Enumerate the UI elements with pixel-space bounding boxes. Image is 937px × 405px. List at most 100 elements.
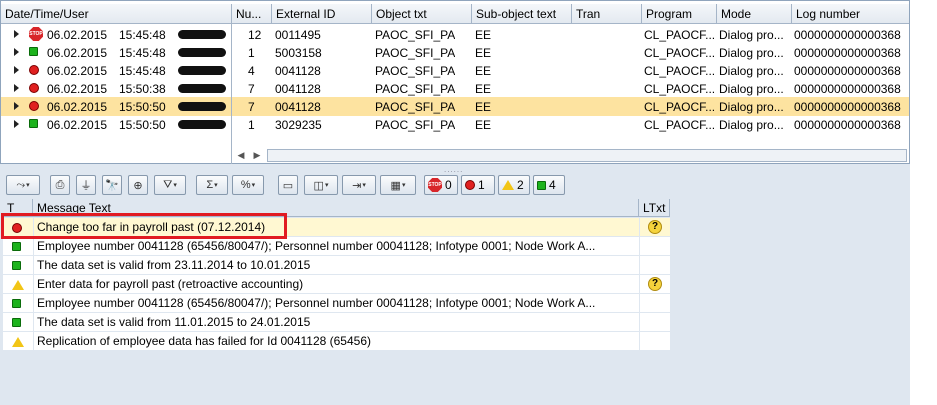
- expand-arrow-icon[interactable]: [14, 120, 19, 128]
- export-icon[interactable]: ⇥ ▾: [342, 175, 376, 195]
- log-row[interactable]: 06.02.2015 15:45:48 1 5003158 PAOC_SFI_PA EE C…: [1, 43, 909, 62]
- column-divider: [639, 313, 640, 332]
- message-row[interactable]: Enter data for payroll past (retroactive…: [3, 275, 670, 294]
- log-number-count: 1: [248, 46, 255, 60]
- column-header-number[interactable]: Nu...: [232, 4, 272, 24]
- error-count: 1: [478, 178, 485, 192]
- redacted-user: [178, 120, 226, 129]
- redacted-user: [178, 102, 226, 111]
- log-sub-object: EE: [475, 46, 492, 60]
- log-date: 06.02.2015: [47, 64, 108, 78]
- success-icon: [537, 180, 546, 190]
- log-sub-object: EE: [475, 64, 492, 78]
- log-number: 0000000000000368: [794, 46, 901, 60]
- column-header-mode[interactable]: Mode: [717, 4, 792, 24]
- log-number-count: 4: [248, 64, 255, 78]
- column-divider: [639, 294, 640, 313]
- column-header-program[interactable]: Program: [642, 4, 717, 24]
- expand-arrow-icon[interactable]: [14, 84, 19, 92]
- log-time: 15:50:38: [119, 82, 166, 96]
- column-header-sub-object-text[interactable]: Sub-object text: [472, 4, 572, 24]
- log-row[interactable]: STOP 06.02.2015 15:45:48 12 0011495 PAOC_SFI_…: [1, 25, 909, 44]
- redacted-user: [178, 66, 226, 75]
- views-icon[interactable]: ◫ ▾: [304, 175, 338, 195]
- log-time: 15:50:50: [119, 100, 166, 114]
- log-number-count: 7: [248, 82, 255, 96]
- filter-icon[interactable]: ⛛ ▾: [154, 175, 186, 195]
- warning-icon: [502, 180, 514, 190]
- log-number: 0000000000000368: [794, 28, 901, 42]
- long-text-help-icon[interactable]: ?: [648, 220, 662, 234]
- warning-icon: [12, 337, 24, 347]
- log-date: 06.02.2015: [47, 82, 108, 96]
- info-count: 4: [549, 178, 556, 192]
- sum-icon[interactable]: Σ ▾: [196, 175, 228, 195]
- log-external-id: 0041128: [275, 64, 321, 78]
- stop-icon: STOP: [29, 27, 43, 41]
- log-row[interactable]: 06.02.2015 15:50:50 7 0041128 PAOC_SFI_PA EE C…: [1, 97, 909, 116]
- pane-splitter[interactable]: ......: [0, 164, 910, 174]
- message-row[interactable]: The data set is valid from 23.11.2014 to…: [3, 256, 670, 275]
- success-icon: [12, 261, 21, 270]
- column-header-tran[interactable]: Tran: [572, 4, 642, 24]
- error-icon: [465, 180, 475, 190]
- log-external-id: 5003158: [275, 46, 322, 60]
- subtotal-icon[interactable]: % ▾: [232, 175, 264, 195]
- right-blank-panel: [910, 0, 937, 405]
- scroll-right-button[interactable]: ▶: [251, 149, 263, 162]
- log-external-id: 0041128: [275, 82, 321, 96]
- layout-icon[interactable]: ▦ ▾: [380, 175, 416, 195]
- message-row[interactable]: Employee number 0041128 (65456/80047/); …: [3, 294, 670, 313]
- find-next-icon[interactable]: ⊕: [128, 175, 148, 195]
- error-icon: [29, 65, 39, 75]
- success-icon: [29, 47, 38, 56]
- scroll-left-button[interactable]: ◀: [235, 149, 247, 162]
- log-date: 06.02.2015: [47, 28, 108, 42]
- find-icon[interactable]: 🔭: [102, 175, 122, 195]
- info-filter-button[interactable]: 4: [533, 175, 565, 195]
- log-external-id: 0041128: [275, 100, 321, 114]
- horizontal-scrollbar[interactable]: [267, 149, 907, 162]
- log-row[interactable]: 06.02.2015 15:50:50 1 3029235 PAOC_SFI_PA EE C…: [1, 115, 909, 134]
- log-external-id: 3029235: [275, 118, 322, 132]
- log-object-txt: PAOC_SFI_PA: [375, 100, 456, 114]
- error-icon: [29, 83, 39, 93]
- long-text-help-icon[interactable]: ?: [648, 277, 662, 291]
- log-row[interactable]: 06.02.2015 15:50:38 7 0041128 PAOC_SFI_PA EE C…: [1, 79, 909, 98]
- message-row[interactable]: The data set is valid from 11.01.2015 to…: [3, 313, 670, 332]
- log-mode: Dialog pro...: [719, 28, 784, 42]
- print-icon[interactable]: ⎙: [50, 175, 70, 195]
- column-divider: [639, 332, 640, 351]
- expand-arrow-icon[interactable]: [14, 102, 19, 110]
- expand-arrow-icon[interactable]: [14, 66, 19, 74]
- column-divider: [33, 332, 34, 351]
- column-header-date-time-user[interactable]: Date/Time/User: [1, 4, 232, 24]
- column-header-object-txt[interactable]: Object txt: [372, 4, 472, 24]
- column-header-log-number[interactable]: Log number: [792, 4, 909, 24]
- message-row[interactable]: Employee number 0041128 (65456/80047/); …: [3, 237, 670, 256]
- log-program: CL_PAOCF...: [644, 64, 716, 78]
- column-divider: [33, 294, 34, 313]
- warning-filter-button[interactable]: 2: [498, 175, 530, 195]
- log-program: CL_PAOCF...: [644, 118, 716, 132]
- log-object-txt: PAOC_SFI_PA: [375, 82, 456, 96]
- error-icon: [29, 101, 39, 111]
- sort-icon[interactable]: ⏚: [76, 175, 96, 195]
- log-external-id: 0011495: [275, 28, 321, 42]
- stop-filter-button[interactable]: STOP 0: [424, 175, 458, 195]
- error-filter-button[interactable]: 1: [461, 175, 495, 195]
- message-text: The data set is valid from 23.11.2014 to…: [37, 258, 311, 272]
- details-icon[interactable]: ⤳ ▾: [6, 175, 40, 195]
- log-date: 06.02.2015: [47, 118, 108, 132]
- log-mode: Dialog pro...: [719, 118, 784, 132]
- expand-arrow-icon[interactable]: [14, 30, 19, 38]
- column-header-external-id[interactable]: External ID: [272, 4, 372, 24]
- message-row[interactable]: Replication of employee data has failed …: [3, 332, 670, 351]
- log-row[interactable]: 06.02.2015 15:45:48 4 0041128 PAOC_SFI_PA EE C…: [1, 61, 909, 80]
- print-preview-icon[interactable]: ▭: [278, 175, 298, 195]
- annotation-highlight-box: [1, 213, 287, 239]
- log-date: 06.02.2015: [47, 46, 108, 60]
- stop-icon: STOP: [428, 178, 442, 192]
- column-header-ltxt[interactable]: LTxt: [639, 199, 670, 217]
- expand-arrow-icon[interactable]: [14, 48, 19, 56]
